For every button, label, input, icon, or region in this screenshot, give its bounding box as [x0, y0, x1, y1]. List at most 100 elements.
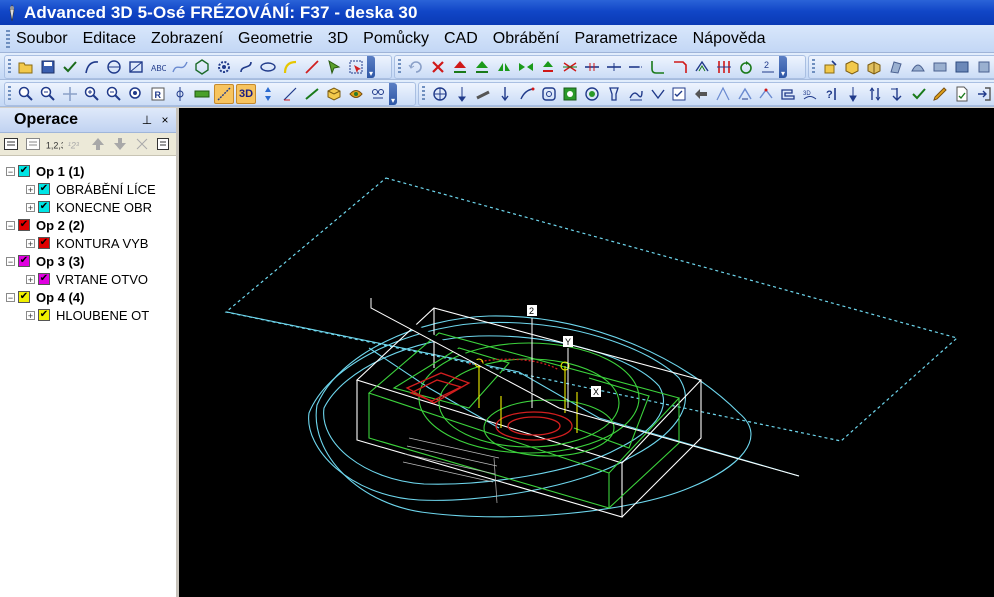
join-icon[interactable] [604, 57, 624, 77]
copy-up-icon[interactable] [472, 57, 492, 77]
save-icon[interactable] [38, 57, 58, 77]
op2-checkbox[interactable]: ✔ [18, 219, 30, 231]
settings-icon[interactable] [154, 136, 172, 152]
op1-child2-checkbox[interactable]: ✔ [38, 201, 50, 213]
properties-icon[interactable] [2, 136, 20, 152]
menu-3d[interactable]: 3D [328, 30, 348, 48]
menu-obrabeni[interactable]: Obrábění [493, 30, 560, 48]
solid-wand-icon[interactable] [820, 57, 840, 77]
multiaxis-icon[interactable] [756, 84, 776, 104]
toolbar-grip[interactable] [8, 86, 11, 102]
select-box-icon[interactable] [346, 57, 366, 77]
z-axis-icon[interactable] [865, 84, 885, 104]
zoom-icon[interactable] [16, 84, 36, 104]
shaded-icon[interactable] [324, 84, 344, 104]
expand-toggle[interactable]: + [26, 274, 35, 284]
origin-icon[interactable] [170, 84, 190, 104]
move-up-icon[interactable] [450, 57, 470, 77]
op4-child1-checkbox[interactable]: ✔ [38, 309, 50, 321]
checklist-icon[interactable] [669, 84, 689, 104]
surface-icon[interactable] [648, 84, 668, 104]
engrave-icon[interactable] [626, 84, 646, 104]
menu-napoveda[interactable]: Nápověda [693, 30, 766, 48]
zoom-out-icon[interactable] [104, 84, 124, 104]
lathe-icon[interactable] [713, 84, 733, 104]
rotate-copy-icon[interactable] [736, 57, 756, 77]
help-tool-icon[interactable]: ? [822, 84, 842, 104]
zoom-window-icon[interactable] [38, 84, 58, 104]
menu-parametrizace[interactable]: Parametrizace [574, 30, 677, 48]
target-icon[interactable] [430, 84, 450, 104]
collapse-toggle[interactable]: − [6, 292, 15, 302]
roughing-icon[interactable] [778, 84, 798, 104]
arrow-pointer-icon[interactable] [324, 57, 344, 77]
cad-viewport[interactable]: 2 Y X [179, 108, 994, 597]
op1-child1-checkbox[interactable]: ✔ [38, 183, 50, 195]
sort-icon[interactable] [887, 84, 907, 104]
move-up-arrow-icon[interactable] [89, 136, 107, 152]
boolean-icon[interactable] [974, 57, 994, 77]
menu-cad[interactable]: CAD [444, 30, 478, 48]
delete-operation-icon[interactable] [133, 136, 151, 152]
op1-checkbox[interactable]: ✔ [18, 165, 30, 177]
polygon-icon[interactable] [192, 57, 212, 77]
op2-child1-checkbox[interactable]: ✔ [38, 237, 50, 249]
mirror-horizontal-icon[interactable] [516, 57, 536, 77]
extend-icon[interactable] [626, 57, 646, 77]
collapse-toggle[interactable]: − [6, 220, 15, 230]
expand-toggle[interactable]: + [26, 310, 35, 320]
line-red-icon[interactable] [302, 57, 322, 77]
curve-s-icon[interactable] [236, 57, 256, 77]
arc-yellow-icon[interactable] [280, 57, 300, 77]
gear-icon[interactable] [214, 57, 234, 77]
op3-child1-checkbox[interactable]: ✔ [38, 273, 50, 285]
menu-pomucky[interactable]: Pomůcky [363, 30, 429, 48]
tree-node-op3-child1[interactable]: + ✔ VRTANE OTVO [0, 270, 176, 288]
menu-zobrazeni[interactable]: Zobrazení [151, 30, 223, 48]
redraw-icon[interactable]: R [148, 84, 168, 104]
swarf-icon[interactable] [735, 84, 755, 104]
op3-checkbox[interactable]: ✔ [18, 255, 30, 267]
tree-node-op4-child1[interactable]: + ✔ HLOUBENE OT [0, 306, 176, 324]
toolbar-overflow-button[interactable]: ▾ [389, 83, 397, 105]
ellipse-icon[interactable] [258, 57, 278, 77]
undo-icon[interactable] [406, 57, 426, 77]
face-mill-icon[interactable] [474, 84, 494, 104]
list-icon[interactable] [24, 136, 42, 152]
zoom-all-icon[interactable] [126, 84, 146, 104]
toolbar-grip[interactable] [422, 86, 425, 102]
circle-line-icon[interactable] [104, 57, 124, 77]
tree-node-op1-child1[interactable]: + ✔ OBRÁBĚNÍ LÍCE [0, 180, 176, 198]
open-file-icon[interactable] [16, 57, 36, 77]
tree-node-op1-child2[interactable]: + ✔ KONECNE OBR [0, 198, 176, 216]
box-icon[interactable] [842, 57, 862, 77]
render-icon[interactable] [346, 84, 366, 104]
menubar-grip[interactable] [6, 29, 10, 48]
thread-icon[interactable] [582, 84, 602, 104]
toolbar-overflow-button[interactable]: ▾ [367, 56, 375, 78]
3d-finish-icon[interactable]: 3D [800, 84, 820, 104]
mirror-icon[interactable] [494, 57, 514, 77]
renumber-disabled-icon[interactable]: ¹2³ [67, 136, 85, 152]
delete-icon[interactable] [428, 57, 448, 77]
renumber-icon[interactable]: 1,2,3 [45, 136, 63, 152]
view-front-icon[interactable] [280, 84, 300, 104]
menu-soubor[interactable]: Soubor [16, 30, 68, 48]
probe-icon[interactable] [844, 84, 864, 104]
toolbar-grip[interactable] [398, 59, 401, 75]
pin-icon[interactable]: ⊥ [140, 113, 154, 127]
ruler-icon[interactable] [192, 84, 212, 104]
tree-node-op4[interactable]: − ✔ Op 4 (4) [0, 288, 176, 306]
verify-icon[interactable] [909, 84, 929, 104]
toolbar-grip[interactable] [812, 59, 815, 75]
extrude-icon[interactable] [864, 57, 884, 77]
chamfer-icon[interactable] [670, 57, 690, 77]
tree-node-op1[interactable]: − ✔ Op 1 (1) [0, 162, 176, 180]
tree-node-op3[interactable]: − ✔ Op 3 (3) [0, 252, 176, 270]
rectangle-icon[interactable] [126, 57, 146, 77]
layers-icon[interactable] [368, 84, 388, 104]
collapse-toggle[interactable]: − [6, 166, 15, 176]
move-down-arrow-icon[interactable] [111, 136, 129, 152]
green-square-icon[interactable] [561, 84, 581, 104]
expand-toggle[interactable]: + [26, 202, 35, 212]
